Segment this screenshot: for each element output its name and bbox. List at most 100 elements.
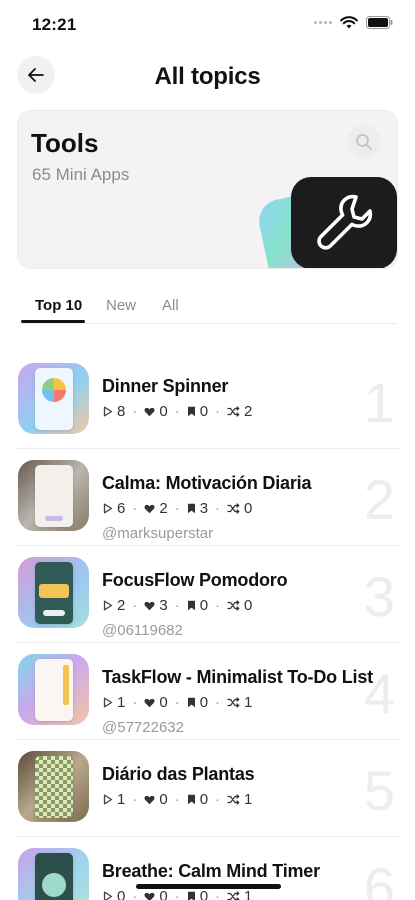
save-count: 3: [199, 500, 209, 517]
remix-count: 0: [244, 500, 253, 517]
remix-count: 1: [244, 694, 253, 711]
bookmark-icon: [187, 503, 195, 514]
heart-icon: [144, 795, 155, 804]
rank-number: 1: [363, 371, 395, 434]
rank-number: 4: [363, 662, 395, 725]
wifi-icon: [340, 16, 358, 29]
play-count: 1: [117, 694, 126, 711]
shuffle-icon: [227, 794, 240, 805]
rank-number: 3: [363, 565, 395, 628]
save-count: 0: [199, 403, 209, 420]
rank-number: 5: [363, 759, 395, 822]
list-item[interactable]: TaskFlow - Minimalist To-Do List 1 · 0 · 0…: [0, 643, 415, 740]
heart-icon: [144, 601, 155, 610]
save-count: 0: [199, 791, 209, 808]
app-title: Dinner Spinner: [102, 376, 229, 396]
app-thumbnail: [18, 557, 89, 628]
app-thumbnail: [18, 654, 89, 725]
home-indicator[interactable]: [136, 884, 281, 889]
heart-icon: [144, 892, 155, 900]
app-thumbnail: [18, 751, 89, 822]
bookmark-icon: [187, 794, 195, 805]
app-title: Calma: Motivación Diaria: [102, 473, 312, 493]
list-item[interactable]: Breathe: Calm Mind Timer 0 · 0 · 0 · 1 6: [0, 837, 415, 900]
app-thumbnail: [18, 363, 89, 434]
play-icon: [103, 794, 113, 805]
status-icons: [314, 16, 393, 29]
topic-hero-card: Tools 65 Mini Apps: [17, 110, 398, 269]
app-author[interactable]: @57722632: [102, 719, 184, 736]
save-count: 0: [199, 597, 209, 614]
hero-tile: [291, 177, 397, 268]
topic-count: 65 Mini Apps: [32, 165, 130, 184]
like-count: 0: [159, 888, 168, 900]
play-count: 8: [117, 403, 126, 420]
heart-icon: [144, 504, 155, 513]
shuffle-icon: [227, 406, 240, 417]
list-item[interactable]: FocusFlow Pomodoro 2 · 3 · 0 · 0 @06119682 …: [0, 546, 415, 643]
app-title: TaskFlow - Minimalist To-Do List: [102, 667, 373, 687]
play-count: 2: [117, 597, 126, 614]
like-count: 0: [159, 403, 168, 420]
tab-all[interactable]: All: [162, 297, 179, 314]
play-icon: [103, 697, 113, 708]
like-count: 3: [159, 597, 168, 614]
shuffle-icon: [227, 503, 240, 514]
app-stats: 2 · 3 · 0 · 0: [103, 597, 252, 614]
list-item[interactable]: Diário das Plantas 1 · 0 · 0 · 1 5: [0, 740, 415, 837]
remix-count: 2: [244, 403, 253, 420]
app-stats: 1 · 0 · 0 · 1: [103, 791, 252, 808]
app-thumbnail: [18, 460, 89, 531]
save-count: 0: [199, 694, 209, 711]
page-title: All topics: [154, 63, 261, 90]
play-count: 1: [117, 791, 126, 808]
search-icon: [356, 134, 372, 150]
app-stats: 6 · 2 · 3 · 0: [103, 500, 252, 517]
play-icon: [103, 600, 113, 611]
heart-icon: [144, 698, 155, 707]
wrench-icon: [317, 194, 373, 250]
bookmark-icon: [187, 697, 195, 708]
shuffle-icon: [227, 891, 240, 900]
app-author[interactable]: @marksuperstar: [102, 525, 213, 542]
play-count: 6: [117, 500, 126, 517]
status-bar: 12:21: [0, 0, 415, 50]
like-count: 2: [159, 500, 168, 517]
status-time: 12:21: [32, 15, 77, 34]
remix-count: 1: [244, 791, 253, 808]
play-icon: [103, 891, 113, 900]
tab-top-10[interactable]: Top 10: [35, 297, 82, 314]
like-count: 0: [159, 791, 168, 808]
battery-icon: [366, 16, 393, 29]
list-item[interactable]: Calma: Motivación Diaria 6 · 2 · 3 · 0 @mar…: [0, 449, 415, 546]
signal-icon: [314, 21, 332, 24]
search-button[interactable]: [347, 125, 381, 159]
remix-count: 1: [244, 888, 253, 900]
header: All topics: [0, 50, 415, 102]
app-stats: 8 · 0 · 0 · 2: [103, 403, 252, 420]
remix-count: 0: [244, 597, 253, 614]
bookmark-icon: [187, 600, 195, 611]
app-author[interactable]: @06119682: [102, 622, 183, 639]
app-title: Breathe: Calm Mind Timer: [102, 861, 320, 881]
app-title: FocusFlow Pomodoro: [102, 570, 288, 590]
like-count: 0: [159, 694, 168, 711]
app-stats: 0 · 0 · 0 · 1: [103, 888, 252, 900]
bookmark-icon: [187, 406, 195, 417]
app-thumbnail: [18, 848, 89, 900]
list-item[interactable]: Dinner Spinner 8 · 0 · 0 · 2 1: [0, 352, 415, 449]
rank-number: 6: [363, 856, 395, 900]
shuffle-icon: [227, 600, 240, 611]
shuffle-icon: [227, 697, 240, 708]
rank-number: 2: [363, 468, 395, 531]
topic-tabs: Top 10 New All: [21, 290, 397, 324]
bookmark-icon: [187, 891, 195, 900]
app-stats: 1 · 0 · 0 · 1: [103, 694, 252, 711]
play-icon: [103, 503, 113, 514]
tab-new[interactable]: New: [106, 297, 136, 314]
heart-icon: [144, 407, 155, 416]
save-count: 0: [199, 888, 209, 900]
play-count: 0: [117, 888, 126, 900]
app-title: Diário das Plantas: [102, 764, 255, 784]
topic-title: Tools: [31, 128, 99, 158]
